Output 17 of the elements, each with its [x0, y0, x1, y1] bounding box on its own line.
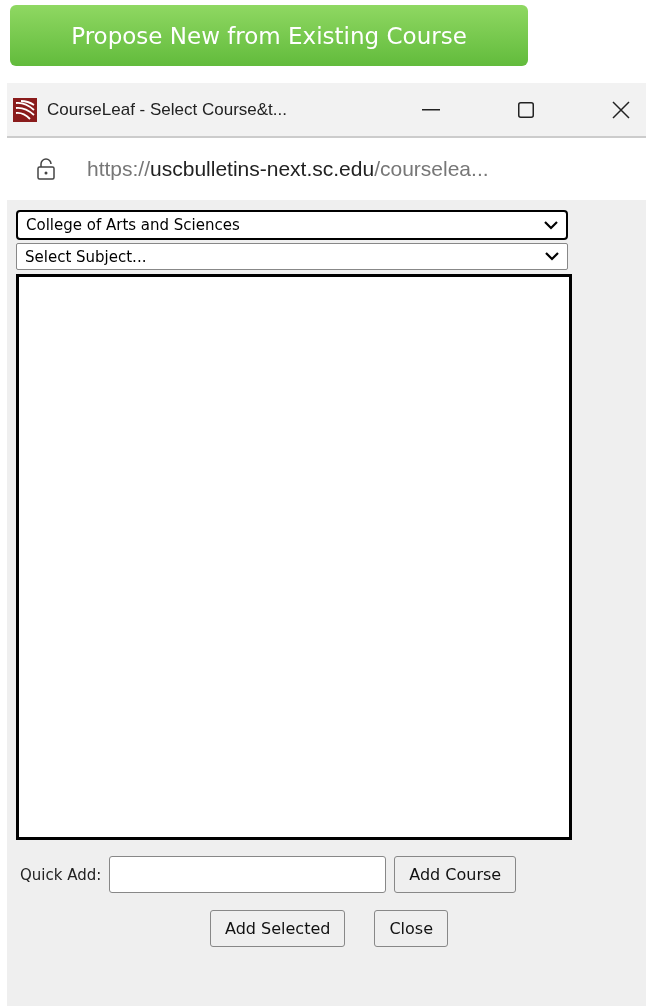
window-title: CourseLeaf - Select Course&t...	[47, 99, 287, 120]
dialog-button[interactable]: Add Selected	[210, 910, 346, 947]
course-list-box[interactable]	[16, 274, 572, 840]
minimize-icon[interactable]	[422, 108, 440, 111]
add-course-button[interactable]: Add Course	[394, 856, 517, 893]
subject-select[interactable]: Select Subject...	[16, 243, 568, 270]
maximize-icon[interactable]	[518, 101, 534, 118]
url-text[interactable]: https://uscbulletins-next.sc.edu/courselea...	[87, 157, 489, 181]
app-logo-icon	[13, 97, 37, 122]
college-select[interactable]: College of Arts and Sciences	[16, 210, 568, 240]
quick-add-label: Quick Add:	[20, 865, 102, 884]
lock-icon	[37, 158, 55, 180]
dialog-button[interactable]: Close	[374, 910, 448, 947]
quick-add-field[interactable]	[109, 856, 387, 893]
chevron-down-icon	[544, 220, 558, 230]
chevron-down-icon	[545, 252, 559, 261]
close-icon[interactable]	[612, 100, 630, 119]
